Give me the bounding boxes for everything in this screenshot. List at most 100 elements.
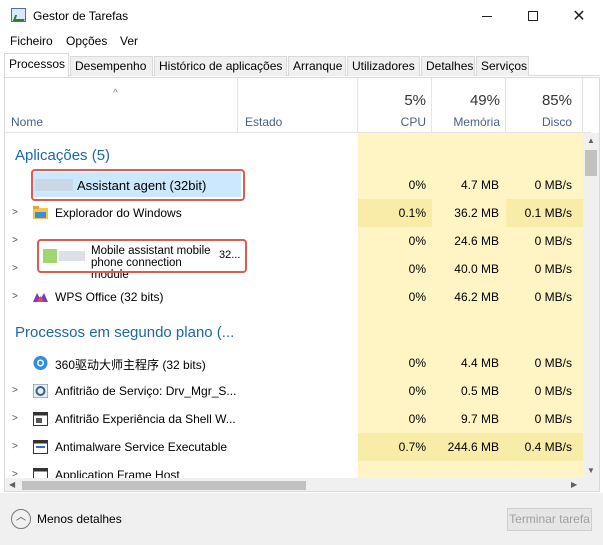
sort-arrow-icon: ^ xyxy=(113,88,118,99)
process-name: WPS Office (32 bits) xyxy=(55,290,164,304)
header-disk-percent: 85% xyxy=(541,92,572,109)
disk-value: 0 MB/s xyxy=(534,262,572,276)
tab-historico[interactable]: Histórico de aplicações xyxy=(154,56,287,76)
disk-value: 0.4 MB/s xyxy=(524,440,572,454)
header-memory: Memória xyxy=(453,115,500,129)
chevron-right-icon[interactable]: > xyxy=(12,263,18,274)
maximize-button[interactable] xyxy=(510,0,556,31)
cpu-value: 0% xyxy=(408,412,426,426)
menu-bar: Ficheiro Opções Ver xyxy=(0,31,603,51)
process-name: Antimalware Service Executable xyxy=(55,440,228,454)
minimize-button[interactable] xyxy=(464,0,510,31)
memory-value: 0.5 MB xyxy=(460,384,499,398)
360-driver-icon xyxy=(33,356,48,370)
tab-utilizadores[interactable]: Utilizadores xyxy=(347,56,420,76)
disk-value: 0 MB/s xyxy=(534,234,572,248)
memory-value: 4.7 MB xyxy=(460,178,499,192)
tab-detalhes[interactable]: Detalhes xyxy=(421,56,475,76)
process-name: Anfitrião de Serviço: Drv_Mgr_S... xyxy=(55,384,237,398)
tab-servicos[interactable]: Serviços xyxy=(476,56,529,76)
tab-processos[interactable]: Processos xyxy=(4,53,69,77)
cpu-value: 0% xyxy=(408,290,426,304)
column-header: ^ Nome Estado 5% CPU 49% Memória 85% Dis… xyxy=(5,78,591,133)
cpu-value: 0.7% xyxy=(398,440,426,454)
table-row[interactable]: 360驱动大师主程序 (32 bits) 0% 4.4 MB 0 MB/s xyxy=(5,349,591,377)
minimize-icon xyxy=(482,15,492,17)
cpu-value: 0% xyxy=(408,178,426,192)
horizontal-scrollbar[interactable]: ◀ ▶ xyxy=(5,478,583,491)
table-row[interactable]: > Antimalware Service Executable 0.7% 24… xyxy=(5,433,591,461)
end-task-button[interactable]: Terminar tarefa xyxy=(507,508,592,531)
table-row[interactable]: > Anfitrião de Serviço: Drv_Mgr_S... 0% … xyxy=(5,377,591,405)
vertical-scroll-thumb[interactable] xyxy=(585,150,597,176)
highlight-box xyxy=(37,239,247,273)
header-cpu-percent: 5% xyxy=(404,92,426,109)
memory-value: 4.4 MB xyxy=(460,356,499,370)
process-name: 360驱动大师主程序 (32 bits) xyxy=(55,358,206,372)
disk-value: 0 MB/s xyxy=(534,412,572,426)
scrollbar-corner xyxy=(583,478,599,491)
disk-value: 0 MB/s xyxy=(534,384,572,398)
header-name: Nome xyxy=(11,115,44,129)
memory-value: 9.7 MB xyxy=(460,412,499,426)
vertical-scrollbar[interactable]: ▲ ▼ xyxy=(583,133,599,478)
less-details-link[interactable]: Menos detalhes xyxy=(37,512,122,526)
chevron-up-icon[interactable]: ︿ xyxy=(11,509,31,529)
cpu-value: 0% xyxy=(408,356,426,370)
task-manager-icon xyxy=(11,8,26,22)
chevron-right-icon[interactable]: > xyxy=(12,291,18,302)
cpu-value: 0% xyxy=(408,262,426,276)
disk-value: 0 MB/s xyxy=(534,290,572,304)
header-memory-percent: 49% xyxy=(469,92,500,109)
close-button[interactable]: ✕ xyxy=(556,0,602,31)
disk-value: 0 MB/s xyxy=(534,178,572,192)
tab-strip: Processos Desempenho Histórico de aplica… xyxy=(4,53,600,77)
memory-value: 36.2 MB xyxy=(454,206,499,220)
process-name: Explorador do Windows xyxy=(55,206,182,220)
footer-bar: ︿ Menos detalhes Terminar tarefa xyxy=(0,493,603,545)
scroll-up-icon[interactable]: ▲ xyxy=(587,136,595,145)
memory-value: 24.6 MB xyxy=(454,234,499,248)
process-name: Anfitrião Experiência da Shell W... xyxy=(55,412,236,426)
menu-opcoes[interactable]: Opções xyxy=(66,34,107,48)
chevron-right-icon[interactable]: > xyxy=(12,413,18,424)
gear-icon xyxy=(33,384,48,398)
highlight-box xyxy=(31,169,245,201)
window-title: Gestor de Tarefas xyxy=(33,9,129,23)
header-status: Estado xyxy=(245,115,283,129)
tab-arranque[interactable]: Arranque xyxy=(288,56,346,76)
shell-window-icon xyxy=(33,412,48,426)
memory-value: 40.0 MB xyxy=(454,262,499,276)
chevron-right-icon[interactable]: > xyxy=(12,385,18,396)
menu-ver[interactable]: Ver xyxy=(120,34,138,48)
antimalware-icon xyxy=(33,440,48,454)
disk-value: 0 MB/s xyxy=(534,356,572,370)
maximize-icon xyxy=(528,11,538,22)
table-row[interactable]: > Anfitrião Experiência da Shell W... 0%… xyxy=(5,405,591,433)
horizontal-scroll-thumb[interactable] xyxy=(22,481,306,490)
group-apps[interactable]: Aplicações (5) xyxy=(15,147,110,164)
cpu-value: 0% xyxy=(408,384,426,398)
title-bar: Gestor de Tarefas ✕ xyxy=(0,0,603,31)
menu-ficheiro[interactable]: Ficheiro xyxy=(10,34,53,48)
memory-value: 244.6 MB xyxy=(447,440,499,454)
tab-desempenho[interactable]: Desempenho xyxy=(70,56,153,76)
table-row[interactable]: > WPS Office (32 bits) 0% 46.2 MB 0 MB/s xyxy=(5,283,591,311)
close-icon: ✕ xyxy=(572,6,586,25)
scroll-down-icon[interactable]: ▼ xyxy=(587,466,595,475)
process-list-panel: ^ Nome Estado 5% CPU 49% Memória 85% Dis… xyxy=(4,77,600,492)
chevron-right-icon[interactable]: > xyxy=(12,207,18,218)
disk-value: 0.1 MB/s xyxy=(524,206,572,220)
cpu-value: 0% xyxy=(408,234,426,248)
header-disk: Disco xyxy=(541,115,572,129)
table-row[interactable]: > Explorador do Windows 0.1% 36.2 MB 0.1… xyxy=(5,199,591,227)
group-background[interactable]: Processos em segundo plano (... xyxy=(15,324,245,341)
folder-icon xyxy=(33,206,48,219)
cpu-value: 0.1% xyxy=(398,206,426,220)
memory-value: 46.2 MB xyxy=(454,290,499,304)
header-cpu: CPU xyxy=(400,115,426,129)
scroll-right-icon[interactable]: ▶ xyxy=(571,480,577,489)
chevron-right-icon[interactable]: > xyxy=(12,235,18,246)
chevron-right-icon[interactable]: > xyxy=(12,441,18,452)
scroll-left-icon[interactable]: ◀ xyxy=(9,480,15,489)
